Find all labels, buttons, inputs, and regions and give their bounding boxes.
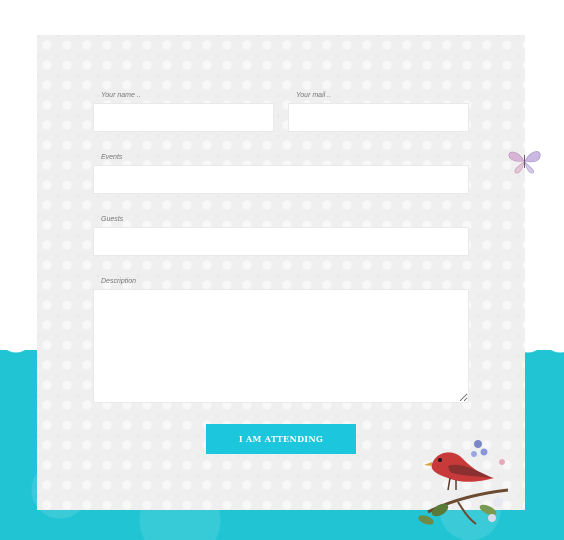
bird-icon <box>418 440 509 525</box>
butterfly-icon <box>508 151 541 174</box>
name-input[interactable] <box>93 103 274 132</box>
events-label: Events <box>101 154 123 161</box>
events-input[interactable] <box>93 165 469 194</box>
guests-label: Guests <box>101 216 124 223</box>
mail-label: Your mail .. <box>296 92 332 99</box>
mail-input[interactable] <box>288 103 469 132</box>
description-label: Description <box>101 278 137 285</box>
attending-button[interactable]: I AM ATTENDING <box>206 424 356 454</box>
guests-input[interactable] <box>93 227 469 256</box>
name-label: Your name .. <box>101 92 141 99</box>
description-textarea[interactable] <box>93 289 469 403</box>
